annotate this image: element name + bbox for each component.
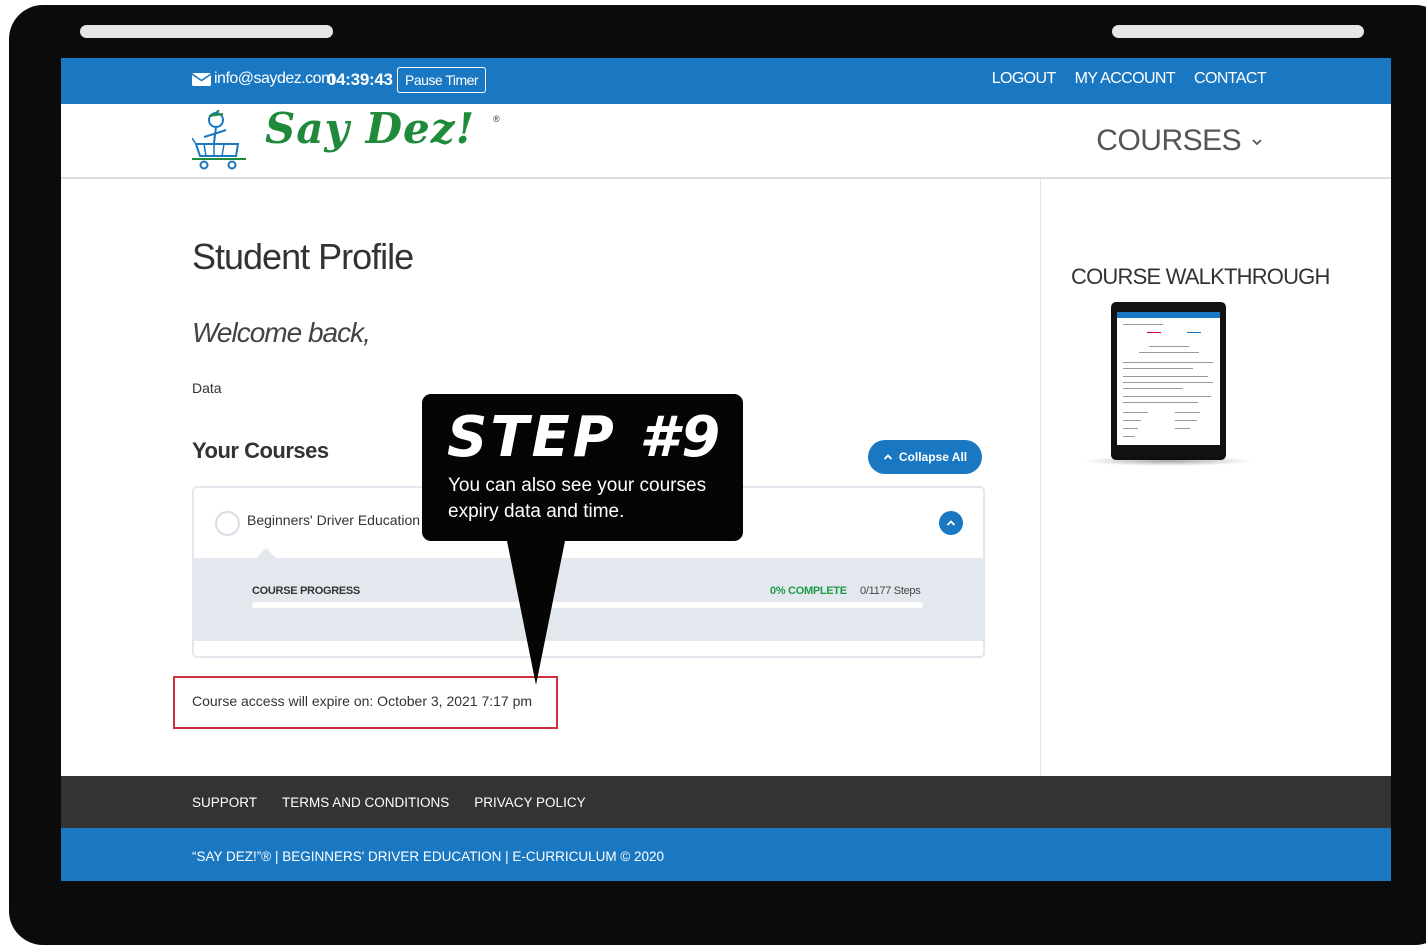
- preview-line: [1123, 412, 1148, 413]
- sidebar-divider: [1040, 179, 1041, 776]
- preview-line: [1123, 396, 1211, 397]
- preview-line: [1123, 402, 1198, 403]
- footer-copyright-bar: “SAY DEZ!”® | BEGINNERS' DRIVER EDUCATIO…: [61, 828, 1391, 881]
- preview-line: [1175, 420, 1197, 421]
- footer-terms-link[interactable]: TERMS AND CONDITIONS: [282, 795, 449, 810]
- chevron-up-icon: [883, 454, 893, 460]
- course-walkthrough-thumbnail[interactable]: [1111, 302, 1226, 460]
- walkthrough-preview-screen: [1117, 312, 1220, 445]
- step-callout: STEP #9 You can also see your courses ex…: [422, 394, 743, 541]
- your-courses-heading: Your Courses: [192, 438, 329, 463]
- preview-line: [1123, 428, 1138, 429]
- chevron-up-icon: [946, 520, 956, 526]
- chevron-down-icon: [1252, 139, 1262, 146]
- preview-line: [1123, 324, 1163, 325]
- course-status-circle: [215, 511, 240, 536]
- preview-line: [1187, 332, 1201, 333]
- email-link[interactable]: info@saydez.com: [192, 70, 334, 88]
- course-progress-percent: 0% COMPLETE: [770, 585, 847, 597]
- preview-line: [1147, 332, 1161, 333]
- courses-menu[interactable]: COURSES: [1096, 124, 1263, 158]
- footer-privacy-link[interactable]: PRIVACY POLICY: [474, 795, 585, 810]
- collapse-all-label: Collapse All: [898, 450, 968, 464]
- student-name: Data: [192, 380, 222, 396]
- my-account-link[interactable]: MY ACCOUNT: [1075, 70, 1176, 88]
- device-top-bar-right: [1112, 25, 1364, 38]
- preview-line: [1123, 382, 1213, 383]
- step-callout-description: You can also see your courses expiry dat…: [448, 475, 707, 522]
- step-callout-title: STEP #9: [447, 405, 724, 470]
- course-progress-panel: COURSE PROGRESS 0% COMPLETE 0/1177 Steps: [194, 548, 983, 641]
- progress-bar-track: [252, 602, 923, 608]
- footer-nav: SUPPORT TERMS AND CONDITIONS PRIVACY POL…: [61, 776, 1391, 828]
- page-title: Student Profile: [192, 236, 414, 277]
- preview-line: [1123, 362, 1213, 363]
- pause-timer-button[interactable]: Pause Timer: [397, 67, 487, 93]
- courses-menu-label: COURSES: [1096, 124, 1242, 157]
- envelope-icon: [192, 72, 211, 86]
- preview-line: [1123, 368, 1193, 369]
- preview-line: [1123, 420, 1141, 421]
- logout-link[interactable]: LOGOUT: [992, 70, 1057, 88]
- preview-line: [1123, 388, 1183, 389]
- device-top-bar-left: [80, 25, 333, 38]
- logo-wordmark[interactable]: Say Dez!: [265, 104, 475, 153]
- top-nav: LOGOUT MY ACCOUNT CONTACT: [992, 70, 1267, 88]
- preview-line: [1123, 376, 1208, 377]
- course-expand-button[interactable]: [939, 511, 963, 535]
- logo-mascot-icon[interactable]: [192, 110, 250, 170]
- footer-support-link[interactable]: SUPPORT: [192, 795, 257, 810]
- preview-line: [1139, 352, 1199, 353]
- footer-copyright: “SAY DEZ!”® | BEGINNERS' DRIVER EDUCATIO…: [192, 849, 665, 864]
- top-bar: info@saydez.com 04:39:43 Pause Timer LOG…: [61, 58, 1391, 104]
- preview-line: [1123, 436, 1135, 437]
- course-progress-label: COURSE PROGRESS: [252, 585, 360, 597]
- preview-line: [1149, 346, 1189, 347]
- welcome-heading: Welcome back,: [192, 317, 371, 348]
- preview-header-bar: [1117, 312, 1220, 318]
- collapse-all-button[interactable]: Collapse All: [868, 440, 982, 474]
- tablet-shadow: [1083, 456, 1253, 466]
- preview-line: [1175, 428, 1190, 429]
- logo-registered-mark: ®: [493, 114, 500, 124]
- course-expiry-text: Course access will expire on: October 3,…: [192, 693, 533, 709]
- progress-panel-notch: [256, 548, 276, 558]
- contact-link[interactable]: CONTACT: [1194, 70, 1267, 88]
- session-timer: 04:39:43: [327, 70, 393, 89]
- course-progress-steps: 0/1177 Steps: [860, 585, 921, 597]
- course-walkthrough-title: COURSE WALKTHROUGH: [1071, 264, 1330, 289]
- course-name[interactable]: Beginners' Driver Education: [247, 512, 420, 528]
- email-text: info@saydez.com: [214, 70, 334, 87]
- preview-line: [1175, 412, 1200, 413]
- site-header: Say Dez! ® COURSES: [61, 104, 1391, 179]
- browser-screen: info@saydez.com 04:39:43 Pause Timer LOG…: [61, 58, 1391, 881]
